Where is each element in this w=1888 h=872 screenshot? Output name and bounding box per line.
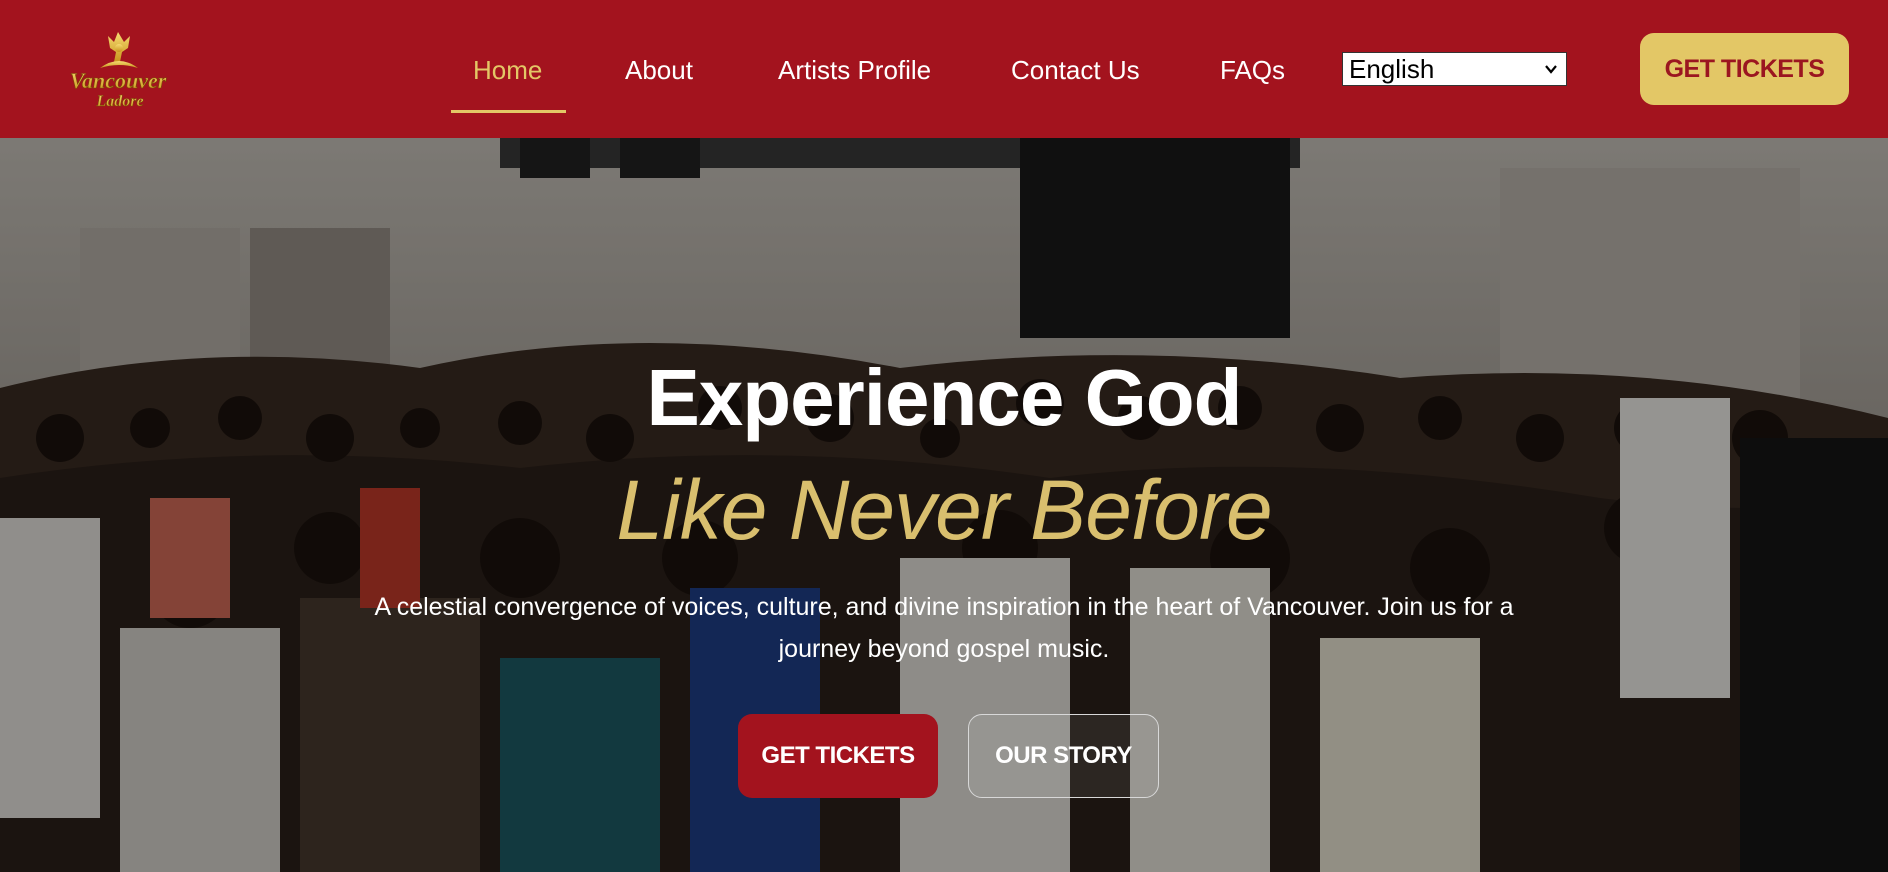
language-select[interactable]: English	[1342, 52, 1567, 86]
nav-contact-us[interactable]: Contact Us	[1011, 50, 1140, 90]
language-selected-value: English	[1349, 54, 1435, 84]
site-logo[interactable]: Vancouver Ladore	[56, 28, 180, 112]
logo-text-vancouver: Vancouver	[70, 68, 167, 93]
hero-section: Experience God Like Never Before A celes…	[0, 138, 1888, 872]
logo-text-ladore: Ladore	[95, 93, 143, 110]
nav-artists-profile[interactable]: Artists Profile	[778, 50, 931, 90]
header-get-tickets-button[interactable]: GET TICKETS	[1640, 33, 1849, 105]
nav-about[interactable]: About	[625, 50, 693, 90]
hero-description: A celestial convergence of voices, cultu…	[374, 593, 1514, 663]
hero-our-story-button[interactable]: OUR STORY	[968, 714, 1159, 798]
nav-home[interactable]: Home	[473, 50, 542, 90]
worship-figure-logo-icon: Vancouver Ladore	[69, 32, 167, 110]
nav-active-indicator	[451, 110, 566, 113]
hero-get-tickets-button[interactable]: GET TICKETS	[738, 714, 938, 798]
chevron-down-icon	[1545, 65, 1557, 74]
site-header: Vancouver Ladore Home About Artists Prof…	[0, 0, 1888, 138]
hero-subtitle: Like Never Before	[616, 463, 1272, 557]
hero-title: Experience God	[646, 353, 1242, 442]
nav-faqs[interactable]: FAQs	[1220, 50, 1285, 90]
